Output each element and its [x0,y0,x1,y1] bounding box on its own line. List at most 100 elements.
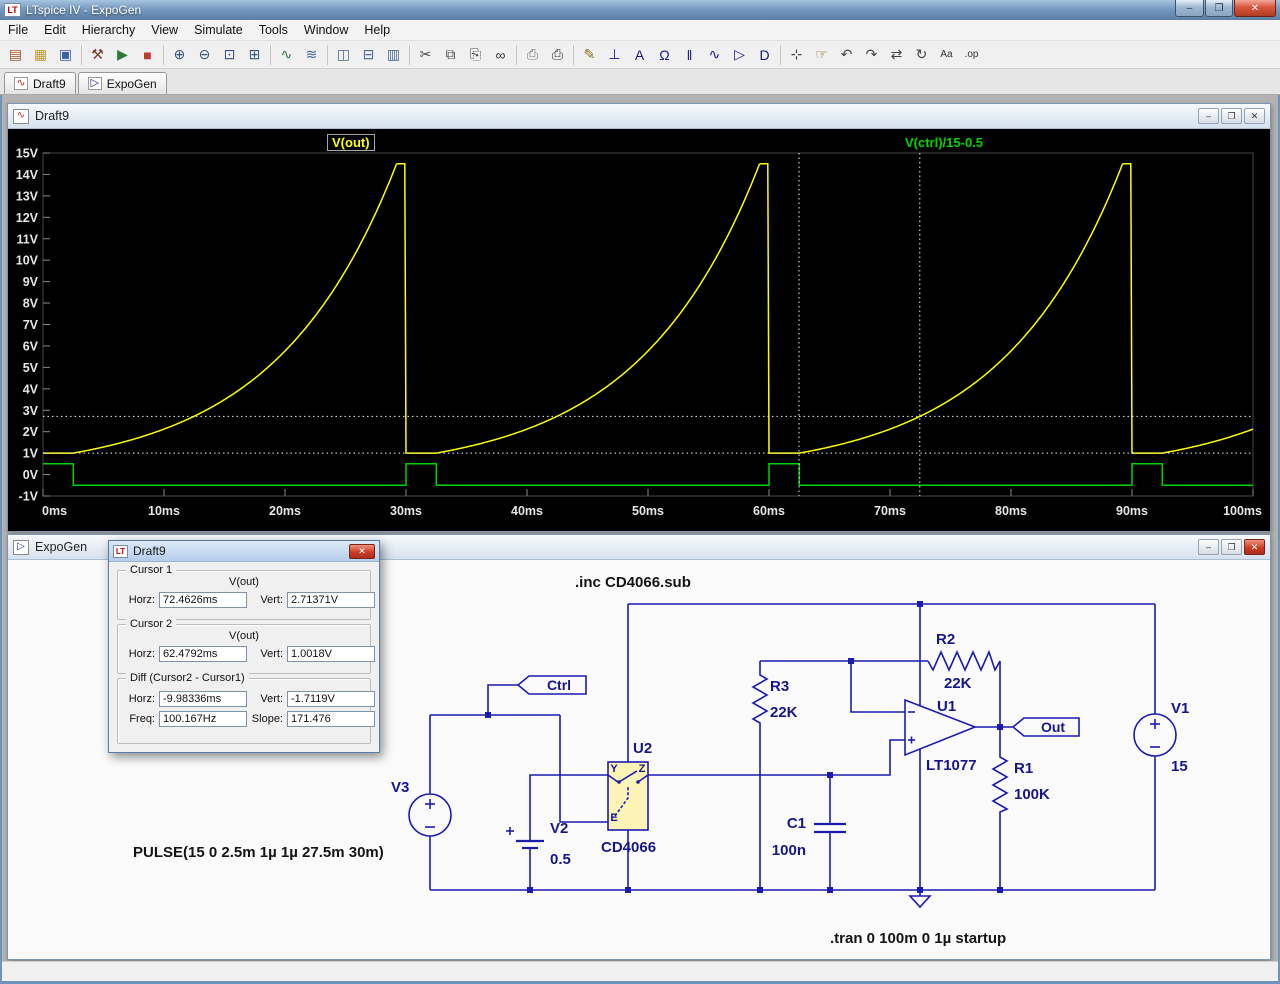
tab-bar: ∿ Draft9 ▷ ExpoGen [0,69,1280,95]
slope-field[interactable]: 171.476 [287,711,375,727]
waveform-window-title: Draft9 [35,109,69,123]
find-icon[interactable]: ∞ [488,43,513,67]
print-icon[interactable]: ⎙ [545,43,570,67]
zoom-back-icon[interactable]: ⊖ [192,43,217,67]
voltage-source-v1[interactable]: V1 15 [1134,700,1189,775]
run-icon[interactable]: ▶ [110,43,135,67]
control-panel-icon[interactable]: ⚒ [85,43,110,67]
redo-icon[interactable]: ↷ [859,43,884,67]
voltage-source-v2[interactable]: V2 0.5 [506,820,571,868]
cursor1-vert-field[interactable]: 2.71371V [287,592,375,608]
wire-icon[interactable]: ✎ [577,43,602,67]
move-icon[interactable]: ⊹ [784,43,809,67]
ground-icon[interactable]: ⊥ [602,43,627,67]
diode-icon[interactable]: ▷ [727,43,752,67]
svg-text:V2: V2 [550,820,568,837]
plot-settings-icon[interactable]: ≋ [299,43,324,67]
menu-hierarchy[interactable]: Hierarchy [74,20,144,41]
open-icon[interactable]: ▦ [28,43,53,67]
cursor-dialog: LT Draft9 ✕ Cursor 1 V(out) Horz: 72.462… [108,540,380,753]
diff-vert-field[interactable]: -1.7119V [287,691,375,707]
cursor-dialog-close-button[interactable]: ✕ [349,544,375,559]
paste-icon[interactable]: ⎘ [463,43,488,67]
cursor2-horz-field[interactable]: 62.4792ms [159,646,247,662]
net-flag-out[interactable]: Out [1013,718,1079,736]
spice-directive-icon[interactable]: .op [959,43,984,67]
component-icon[interactable]: D [752,43,777,67]
capacitor-c1[interactable]: C1 100n [772,815,846,859]
tab-draft9[interactable]: ∿ Draft9 [4,72,76,94]
svg-text:Ctrl: Ctrl [547,677,571,693]
ground-flag-icon[interactable] [910,896,930,907]
mirror-icon[interactable]: ⇄ [884,43,909,67]
menu-file[interactable]: File [0,20,36,41]
tile-vertical-icon[interactable]: ◫ [331,43,356,67]
freq-field[interactable]: 100.167Hz [159,711,247,727]
voltage-source-v3[interactable]: V3 PULSE(15 0 2.5m 1µ 1µ 27.5m 30m) [133,779,451,861]
zoom-in-icon[interactable]: ⊕ [167,43,192,67]
minimize-button[interactable]: – [1175,0,1204,17]
diff-group: Diff (Cursor2 - Cursor1) Horz: -9.98336m… [117,678,371,744]
trace-label-vout[interactable]: V(out) [327,134,375,151]
svg-text:15V: 15V [16,147,39,161]
halt-icon[interactable]: ■ [135,43,160,67]
menu-tools[interactable]: Tools [251,20,296,41]
waveform-window-titlebar[interactable]: ∿ Draft9 – ❐ ✕ [8,104,1270,129]
cursor1-horz-field[interactable]: 72.4626ms [159,592,247,608]
close-button[interactable]: ✕ [1234,0,1276,17]
cursor-dialog-titlebar[interactable]: LT Draft9 ✕ [109,541,379,562]
drag-icon[interactable]: ☞ [809,43,834,67]
waveform-minimize-button[interactable]: – [1198,108,1219,124]
svg-text:70ms: 70ms [874,504,906,518]
svg-text:0V: 0V [23,468,39,482]
tran-directive[interactable]: .tran 0 100m 0 1µ startup [830,930,1006,947]
menu-window[interactable]: Window [296,20,356,41]
waveform-restore-button[interactable]: ❐ [1221,108,1242,124]
restore-button[interactable]: ❐ [1205,0,1233,17]
print-preview-icon[interactable]: ⎙ [520,43,545,67]
cascade-icon[interactable]: ▥ [381,43,406,67]
inductor-icon[interactable]: ∿ [702,43,727,67]
tab-expogen[interactable]: ▷ ExpoGen [78,72,167,94]
trace-label-vctrl[interactable]: V(ctrl)/15-0.5 [905,135,983,150]
net-flag-ctrl[interactable]: Ctrl [518,676,586,694]
text-icon[interactable]: Aa [934,43,959,67]
menu-simulate[interactable]: Simulate [186,20,251,41]
capacitor-icon[interactable]: ‖ [677,43,702,67]
zoom-area-icon[interactable]: ⊡ [217,43,242,67]
title-bar[interactable]: LT LTspice IV - ExpoGen – ❐ ✕ [0,0,1280,20]
net-label-icon[interactable]: A [627,43,652,67]
menu-view[interactable]: View [143,20,186,41]
tile-horizontal-icon[interactable]: ⊟ [356,43,381,67]
zoom-full-icon[interactable]: ⊞ [242,43,267,67]
cursor2-vert-field[interactable]: 1.0018V [287,646,375,662]
opamp-u1[interactable]: U1 LT1077 [905,698,977,774]
resistor-r2[interactable]: R2 22K [928,631,1000,692]
diff-horz-field[interactable]: -9.98336ms [159,691,247,707]
waveform-close-button[interactable]: ✕ [1244,108,1265,124]
resistor-icon[interactable]: Ω [652,43,677,67]
menu-help[interactable]: Help [356,20,398,41]
ltspice-window: LT LTspice IV - ExpoGen – ❐ ✕ FileEditHi… [0,0,1280,984]
save-icon[interactable]: ▣ [53,43,78,67]
svg-text:50ms: 50ms [632,504,664,518]
menu-edit[interactable]: Edit [36,20,74,41]
copy-icon[interactable]: ⧉ [438,43,463,67]
new-schematic-icon[interactable]: ▤ [3,43,28,67]
waveform-plot[interactable]: 15V14V13V12V11V10V9V8V7V6V5V4V3V2V1V0V-1… [8,129,1270,531]
autorange-icon[interactable]: ∿ [274,43,299,67]
toolbar-separator [163,45,164,65]
rotate-icon[interactable]: ↻ [909,43,934,67]
diff-group-title: Diff (Cursor2 - Cursor1) [126,672,249,684]
schematic-minimize-button[interactable]: – [1198,539,1219,555]
cursor2-group: Cursor 2 V(out) Horz: 62.4792ms Vert: 1.… [117,624,371,674]
schematic-close-button[interactable]: ✕ [1244,539,1265,555]
cut-icon[interactable]: ✂ [413,43,438,67]
undo-icon[interactable]: ↶ [834,43,859,67]
svg-text:Out: Out [1041,719,1065,735]
schematic-restore-button[interactable]: ❐ [1221,539,1242,555]
inc-directive[interactable]: .inc CD4066.sub [575,574,691,591]
svg-text:13V: 13V [16,189,39,203]
resistor-r1[interactable]: R1 100K [993,727,1050,890]
svg-text:22K: 22K [944,675,972,692]
